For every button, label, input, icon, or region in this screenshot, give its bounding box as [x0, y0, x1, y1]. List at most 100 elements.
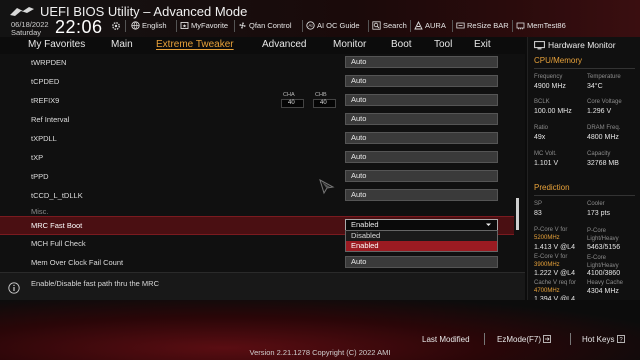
memtest-icon: [516, 22, 525, 30]
setting-row-tppd[interactable]: tPPD Auto: [0, 168, 514, 187]
setting-row-tcpded[interactable]: tCPDED Auto: [0, 73, 514, 92]
language-button[interactable]: English: [131, 21, 167, 30]
favorite-icon: [180, 22, 189, 29]
search-button[interactable]: Search: [372, 21, 407, 30]
heavy-cache-value: 4304 MHz: [587, 288, 619, 295]
bclk-value: 100.00 MHz: [534, 108, 572, 115]
setting-value[interactable]: Auto: [345, 113, 498, 125]
qfan-control-button[interactable]: Qfan Control: [238, 21, 292, 30]
help-bar: Enable/Disable fast path thru the MRC: [0, 272, 525, 300]
setting-value[interactable]: Auto: [345, 189, 498, 201]
setting-row-txpdll[interactable]: tXPDLL Auto: [0, 130, 514, 149]
main-menu: My Favorites Main Extreme Tweaker Advanc…: [0, 37, 525, 54]
tab-monitor[interactable]: Monitor: [333, 39, 366, 50]
resize-bar-label: ReSize BAR: [467, 21, 509, 30]
cache-v-frequency: 4700MHz: [534, 288, 560, 294]
sp-value: 83: [534, 210, 542, 217]
channel-b-label: CHB: [315, 92, 327, 98]
hot-keys-button[interactable]: Hot Keys ?: [582, 335, 625, 344]
tab-extreme-tweaker[interactable]: Extreme Tweaker: [156, 39, 234, 50]
memtest86-button[interactable]: MemTest86: [516, 21, 566, 30]
setting-row-ref-interval[interactable]: Ref Interval Auto: [0, 111, 514, 130]
ecore-light-heavy-label: E-Core Light/Heavy: [587, 255, 619, 269]
setting-label: Ref Interval: [31, 115, 70, 124]
setting-value[interactable]: Auto: [345, 56, 498, 68]
setting-label: MCH Full Check: [31, 239, 86, 248]
header-divider: [234, 20, 235, 32]
mouse-cursor-icon: [319, 178, 335, 195]
aura-label: AURA: [425, 21, 446, 30]
setting-value[interactable]: Auto: [345, 94, 498, 106]
aura-button[interactable]: AURA: [414, 21, 446, 30]
setting-value[interactable]: Auto: [345, 151, 498, 163]
ai-icon: AI: [306, 21, 315, 30]
language-label: English: [142, 21, 167, 30]
setting-label: tXP: [31, 153, 44, 162]
pcore-v-frequency: 5200MHz: [534, 235, 560, 241]
dropdown-list: Disabled Enabled: [345, 230, 498, 252]
rog-logo-icon: [10, 7, 34, 16]
ecore-v-value: 1.222 V @L4: [534, 270, 575, 277]
hot-keys-label: Hot Keys: [582, 335, 615, 344]
setting-value[interactable]: Auto: [345, 170, 498, 182]
search-icon: [372, 21, 381, 30]
setting-label: tREFIX9: [31, 96, 60, 105]
channel-a-value: 40: [281, 99, 304, 108]
globe-icon: [131, 21, 140, 30]
core-voltage-label: Core Voltage: [587, 99, 622, 105]
tab-boot[interactable]: Boot: [391, 39, 412, 50]
tab-main[interactable]: Main: [111, 39, 133, 50]
dropdown-option-enabled[interactable]: Enabled: [346, 241, 497, 251]
setting-value[interactable]: Auto: [345, 132, 498, 144]
tab-tool[interactable]: Tool: [434, 39, 452, 50]
setting-value[interactable]: Auto: [345, 256, 498, 268]
setting-row-txp[interactable]: tXP Auto: [0, 149, 514, 168]
header-divider: [452, 20, 453, 32]
footer-divider: [570, 333, 571, 345]
ecore-v-label: E-Core V for: [534, 254, 568, 260]
gear-icon[interactable]: [111, 21, 121, 31]
qfan-control-label: Qfan Control: [249, 21, 292, 30]
fan-icon: [239, 22, 246, 29]
header-divider: [410, 20, 411, 32]
cooler-value: 173 pts: [587, 210, 610, 217]
setting-value[interactable]: Auto: [345, 75, 498, 87]
frequency-label: Frequency: [534, 74, 563, 80]
hardware-monitor-panel: Hardware Monitor CPU/Memory Frequency 49…: [527, 37, 640, 323]
setting-row-mem-over-clock-fail-count[interactable]: Mem Over Clock Fail Count Auto: [0, 254, 514, 273]
header-divider: [302, 20, 303, 32]
pcore-v-label: P-Core V for: [534, 227, 568, 233]
setting-label: tWRPDEN: [31, 58, 67, 67]
core-voltage-value: 1.296 V: [587, 108, 612, 115]
setting-row-twrpden[interactable]: tWRPDEN Auto: [0, 54, 514, 73]
section-label: Misc.: [31, 207, 49, 216]
setting-row-trefix9[interactable]: tREFIX9 CHA 40 CHB 40 Auto: [0, 92, 514, 111]
tab-exit[interactable]: Exit: [474, 39, 491, 50]
ai-oc-guide-button[interactable]: AI AI OC Guide: [306, 21, 360, 30]
section-divider: [534, 195, 635, 196]
tab-advanced[interactable]: Advanced: [262, 39, 306, 50]
header-divider: [512, 20, 513, 32]
scrollbar[interactable]: [516, 198, 519, 230]
cooler-label: Cooler: [587, 201, 605, 207]
section-divider: [534, 68, 635, 69]
resize-bar-button[interactable]: ReSize BAR: [456, 21, 509, 30]
header-divider: [176, 20, 177, 32]
pcore-v-value: 1.413 V @L4: [534, 244, 575, 251]
setting-label: Mem Over Clock Fail Count: [31, 258, 124, 267]
hardware-monitor-title: Hardware Monitor: [548, 40, 616, 50]
info-icon: [8, 282, 20, 294]
setting-label: tCCD_L_tDLLK: [31, 191, 83, 200]
last-modified-button[interactable]: Last Modified: [422, 335, 470, 344]
hardware-monitor-header: Hardware Monitor: [528, 37, 640, 53]
resize-bar-icon: [456, 22, 465, 29]
myfavorite-button[interactable]: MyFavorite: [180, 21, 228, 30]
tab-my-favorites[interactable]: My Favorites: [28, 39, 85, 50]
mc-volt-label: MC Volt.: [534, 151, 557, 157]
prediction-title: Prediction: [534, 183, 570, 192]
pcore-light-heavy-label: P-Core Light/Heavy: [587, 228, 619, 242]
ezmode-button[interactable]: EzMode(F7): [497, 335, 552, 344]
channel-b-value: 40: [313, 99, 336, 108]
dropdown-option-disabled[interactable]: Disabled: [346, 231, 497, 241]
sp-label: SP: [534, 201, 543, 207]
